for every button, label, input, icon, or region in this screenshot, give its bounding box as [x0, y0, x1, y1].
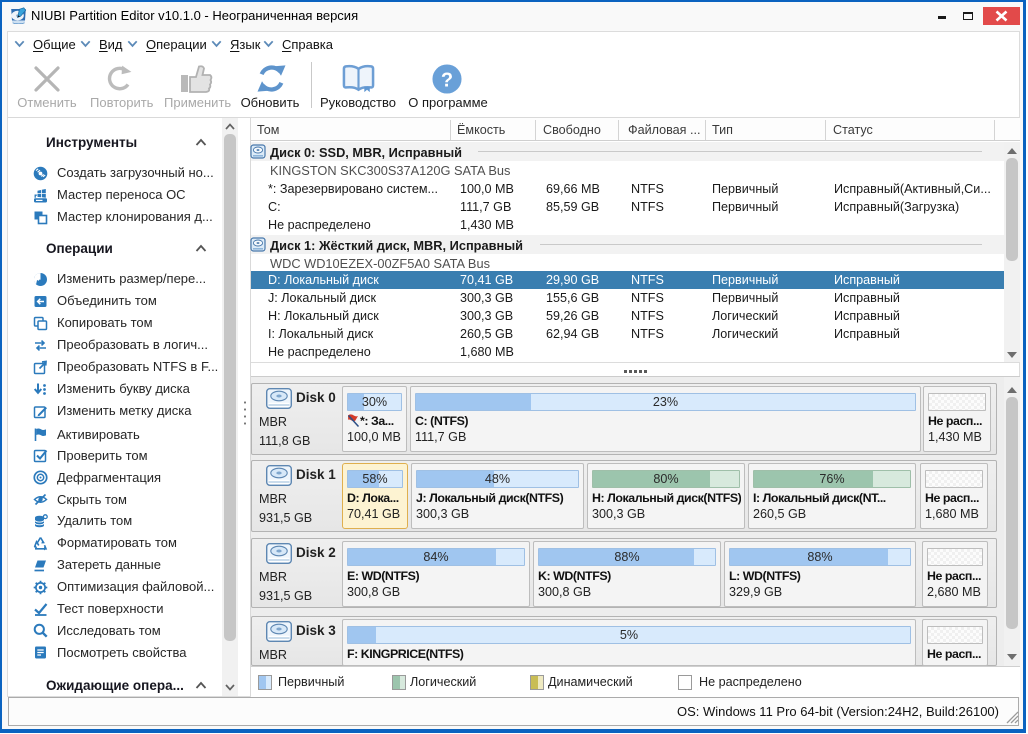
svg-text:?: ?	[441, 69, 453, 91]
